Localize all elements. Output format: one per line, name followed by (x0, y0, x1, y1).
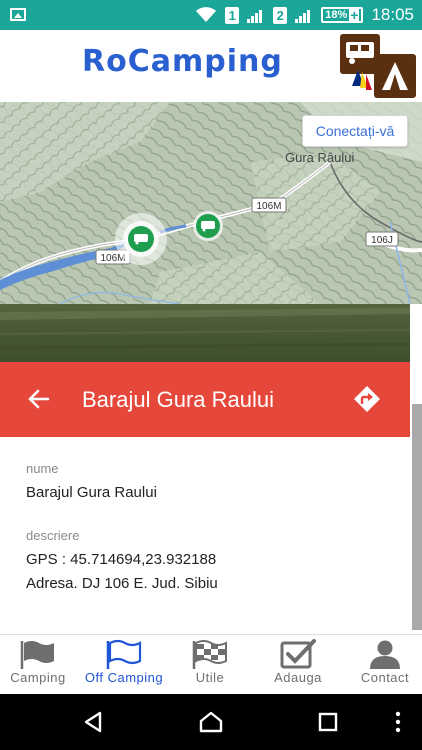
system-home-icon[interactable] (199, 710, 223, 734)
system-recents-icon[interactable] (318, 712, 338, 732)
map-marker[interactable] (193, 211, 223, 241)
nav-label: Contact (360, 670, 410, 685)
system-menu-icon[interactable] (394, 710, 402, 734)
system-navigation-bar (0, 694, 422, 750)
signal2-icon (295, 7, 313, 23)
nav-off-camping[interactable]: Off Camping (76, 635, 172, 695)
app-logo-icon (340, 34, 416, 98)
battery-icon: 18% + (321, 7, 364, 23)
gallery-notification-icon (10, 8, 26, 21)
status-icons: 1 2 18% + 18:05 (195, 0, 414, 30)
nav-label: Camping (10, 670, 66, 685)
checkered-flag-icon (192, 640, 227, 669)
charging-icon: + (349, 7, 360, 23)
bottom-navigation: Camping Off Camping Utile Adauga Contact (0, 634, 422, 694)
flag-filled-icon (20, 641, 54, 669)
name-value: Barajul Gura Raului (26, 484, 157, 501)
road-label-text: 106J (371, 235, 393, 246)
nav-label: Off Camping (84, 670, 164, 685)
app-title: RoCamping (82, 44, 283, 79)
nav-utile[interactable]: Utile (172, 635, 248, 695)
nav-label: Utile (195, 670, 225, 685)
description-label: descriere (26, 528, 80, 543)
name-label: nume (26, 461, 59, 476)
nav-contact[interactable]: Contact (348, 635, 422, 695)
sim2-icon: 2 (273, 6, 288, 24)
detail-header: Barajul Gura Raului (0, 362, 410, 437)
directions-icon[interactable] (352, 384, 382, 414)
location-photo (0, 304, 411, 362)
map-marker-selected[interactable] (115, 213, 167, 265)
signal1-icon (247, 7, 265, 23)
checkbox-icon (280, 639, 316, 669)
screen: 1 2 18% + 18:05 RoCamping 106M 106M 106J… (0, 0, 422, 750)
map-place-label: Gura Râului (285, 150, 354, 165)
back-arrow-icon[interactable] (26, 386, 52, 412)
sim1-icon: 1 (225, 6, 240, 24)
wifi-icon (196, 7, 217, 22)
status-bar: 1 2 18% + 18:05 (0, 0, 422, 30)
detail-content: nume Barajul Gura Raului descriere GPS :… (0, 437, 410, 634)
person-icon (370, 640, 400, 669)
description-address: Adresa. DJ 106 E. Jud. Sibiu (26, 575, 218, 592)
connect-button[interactable]: Conectați-vă (302, 115, 408, 147)
detail-title: Barajul Gura Raului (82, 387, 274, 412)
flag-outline-icon (106, 639, 142, 669)
clock: 18:05 (371, 5, 414, 24)
road-label-text: 106M (256, 201, 281, 212)
battery-level: 18% (325, 9, 348, 21)
description-gps: GPS : 45.714694,23.932188 (26, 551, 217, 568)
system-back-icon[interactable] (82, 711, 104, 733)
nav-label: Adauga (274, 670, 322, 685)
nav-adauga[interactable]: Adauga (258, 635, 338, 695)
road-label-106m-a: 106M (251, 197, 287, 213)
nav-camping[interactable]: Camping (0, 635, 76, 695)
app-header: RoCamping (0, 30, 422, 102)
road-label-106j: 106J (365, 231, 399, 247)
scrollbar-thumb[interactable] (412, 404, 422, 630)
